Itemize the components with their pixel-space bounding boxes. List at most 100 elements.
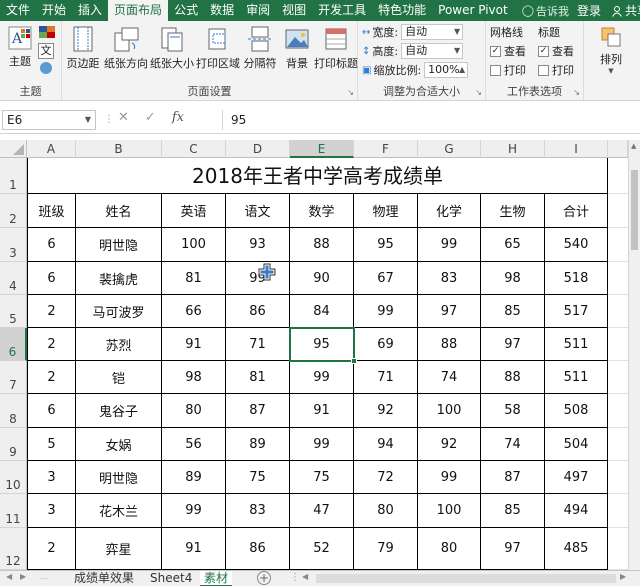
sheet-tab-0[interactable]: 成绩单效果: [70, 571, 138, 586]
column-title-cell[interactable]: 数学: [290, 194, 354, 228]
data-cell[interactable]: 65: [481, 228, 545, 262]
row-header-3[interactable]: 3: [0, 228, 27, 262]
width-select[interactable]: 自动 ▼: [401, 24, 464, 40]
empty-cell[interactable]: [608, 494, 628, 528]
row-header-7[interactable]: 7: [0, 361, 27, 394]
menu-tab-9[interactable]: 特色功能: [372, 0, 432, 21]
data-cell[interactable]: 87: [226, 394, 290, 428]
data-cell[interactable]: 75: [290, 461, 354, 494]
data-cell[interactable]: 马可波罗: [76, 295, 162, 328]
row-header-9[interactable]: 9: [0, 428, 27, 461]
scroll-up-icon[interactable]: ▲: [631, 142, 636, 150]
row-header-12[interactable]: 12: [0, 528, 27, 570]
data-cell[interactable]: 95: [290, 328, 354, 361]
data-cell[interactable]: 99: [354, 295, 418, 328]
data-cell[interactable]: 74: [481, 428, 545, 461]
column-header-h[interactable]: H: [481, 140, 545, 158]
data-cell[interactable]: 90: [290, 262, 354, 295]
prev-sheet-icon[interactable]: ◀: [6, 572, 12, 581]
data-cell[interactable]: 511: [545, 361, 608, 394]
row-header-6[interactable]: 6: [0, 328, 27, 361]
data-cell[interactable]: 86: [226, 295, 290, 328]
data-cell[interactable]: 6: [27, 228, 76, 262]
data-cell[interactable]: 弈星: [76, 528, 162, 570]
data-cell[interactable]: 494: [545, 494, 608, 528]
data-cell[interactable]: 47: [290, 494, 354, 528]
data-cell[interactable]: 517: [545, 295, 608, 328]
name-box[interactable]: E6 ▼: [2, 110, 96, 130]
data-cell[interactable]: 81: [226, 361, 290, 394]
arrange-button[interactable]: 排列 ▼: [592, 25, 630, 75]
data-cell[interactable]: 98: [162, 361, 226, 394]
data-cell[interactable]: 92: [354, 394, 418, 428]
menu-tab-2[interactable]: 插入: [72, 0, 108, 21]
data-cell[interactable]: 87: [481, 461, 545, 494]
row-header-1[interactable]: 1: [0, 158, 27, 194]
tell-me-search[interactable]: ◯ 告诉我: [522, 3, 569, 19]
empty-cell[interactable]: [608, 262, 628, 295]
row-header-10[interactable]: 10: [0, 461, 27, 494]
data-cell[interactable]: 苏烈: [76, 328, 162, 361]
menu-tab-8[interactable]: 开发工具: [312, 0, 372, 21]
sheet-tab-2[interactable]: 素材: [200, 571, 233, 586]
data-cell[interactable]: 89: [226, 428, 290, 461]
menu-tab-0[interactable]: 文件: [0, 0, 36, 21]
data-cell[interactable]: 85: [481, 295, 545, 328]
print-area-button[interactable]: 打印区域: [196, 25, 240, 71]
column-title-cell[interactable]: 姓名: [76, 194, 162, 228]
data-cell[interactable]: 100: [418, 494, 481, 528]
more-sheets-icon[interactable]: ...: [40, 572, 48, 581]
row-header-5[interactable]: 5: [0, 295, 27, 328]
data-cell[interactable]: 6: [27, 394, 76, 428]
data-cell[interactable]: 75: [226, 461, 290, 494]
data-cell[interactable]: 2: [27, 295, 76, 328]
data-cell[interactable]: 58: [481, 394, 545, 428]
column-title-cell[interactable]: 英语: [162, 194, 226, 228]
row-header-8[interactable]: 8: [0, 394, 27, 428]
data-cell[interactable]: 66: [162, 295, 226, 328]
data-cell[interactable]: 明世隐: [76, 228, 162, 262]
column-header-e[interactable]: E: [290, 140, 354, 158]
column-header-a[interactable]: A: [27, 140, 76, 158]
data-cell[interactable]: 80: [162, 394, 226, 428]
data-cell[interactable]: 485: [545, 528, 608, 570]
data-cell[interactable]: 100: [418, 394, 481, 428]
horizontal-scrollbar[interactable]: [316, 574, 616, 583]
background-button[interactable]: 背景: [278, 25, 316, 71]
empty-cell[interactable]: [608, 328, 628, 361]
theme-effects-button[interactable]: [38, 61, 58, 77]
empty-cell[interactable]: [608, 295, 628, 328]
data-cell[interactable]: 98: [481, 262, 545, 295]
data-cell[interactable]: 88: [290, 228, 354, 262]
gridlines-view-checkbox[interactable]: ✓ 查看: [490, 43, 526, 59]
scale-spinner[interactable]: 100% ▲: [424, 62, 469, 78]
empty-cell[interactable]: [608, 194, 628, 228]
themes-button[interactable]: A 主题: [1, 25, 39, 69]
menu-tab-6[interactable]: 审阅: [240, 0, 276, 21]
data-cell[interactable]: 71: [354, 361, 418, 394]
data-cell[interactable]: 80: [354, 494, 418, 528]
menu-tab-4[interactable]: 公式: [168, 0, 204, 21]
sheet-title[interactable]: 2018年王者中学高考成绩单: [27, 158, 608, 194]
data-cell[interactable]: 99: [418, 228, 481, 262]
theme-colors-button[interactable]: [38, 25, 58, 41]
data-cell[interactable]: 5: [27, 428, 76, 461]
select-all-corner[interactable]: [0, 140, 27, 158]
print-titles-button[interactable]: 打印标题: [314, 25, 358, 71]
data-cell[interactable]: 花木兰: [76, 494, 162, 528]
data-cell[interactable]: 97: [418, 295, 481, 328]
data-cell[interactable]: 89: [162, 461, 226, 494]
data-cell[interactable]: 100: [162, 228, 226, 262]
empty-cell[interactable]: [608, 158, 628, 194]
vertical-scrollbar[interactable]: ▲: [628, 140, 640, 570]
scale-launcher-icon[interactable]: ↘: [475, 88, 482, 97]
menu-tab-3[interactable]: 页面布局: [108, 0, 169, 21]
data-cell[interactable]: 99: [418, 461, 481, 494]
data-cell[interactable]: 83: [418, 262, 481, 295]
empty-cell[interactable]: [608, 461, 628, 494]
empty-cell[interactable]: [608, 228, 628, 262]
login-button[interactable]: 登录: [577, 2, 601, 19]
height-select[interactable]: 自动 ▼: [401, 43, 464, 59]
data-cell[interactable]: 2: [27, 328, 76, 361]
data-cell[interactable]: 84: [290, 295, 354, 328]
